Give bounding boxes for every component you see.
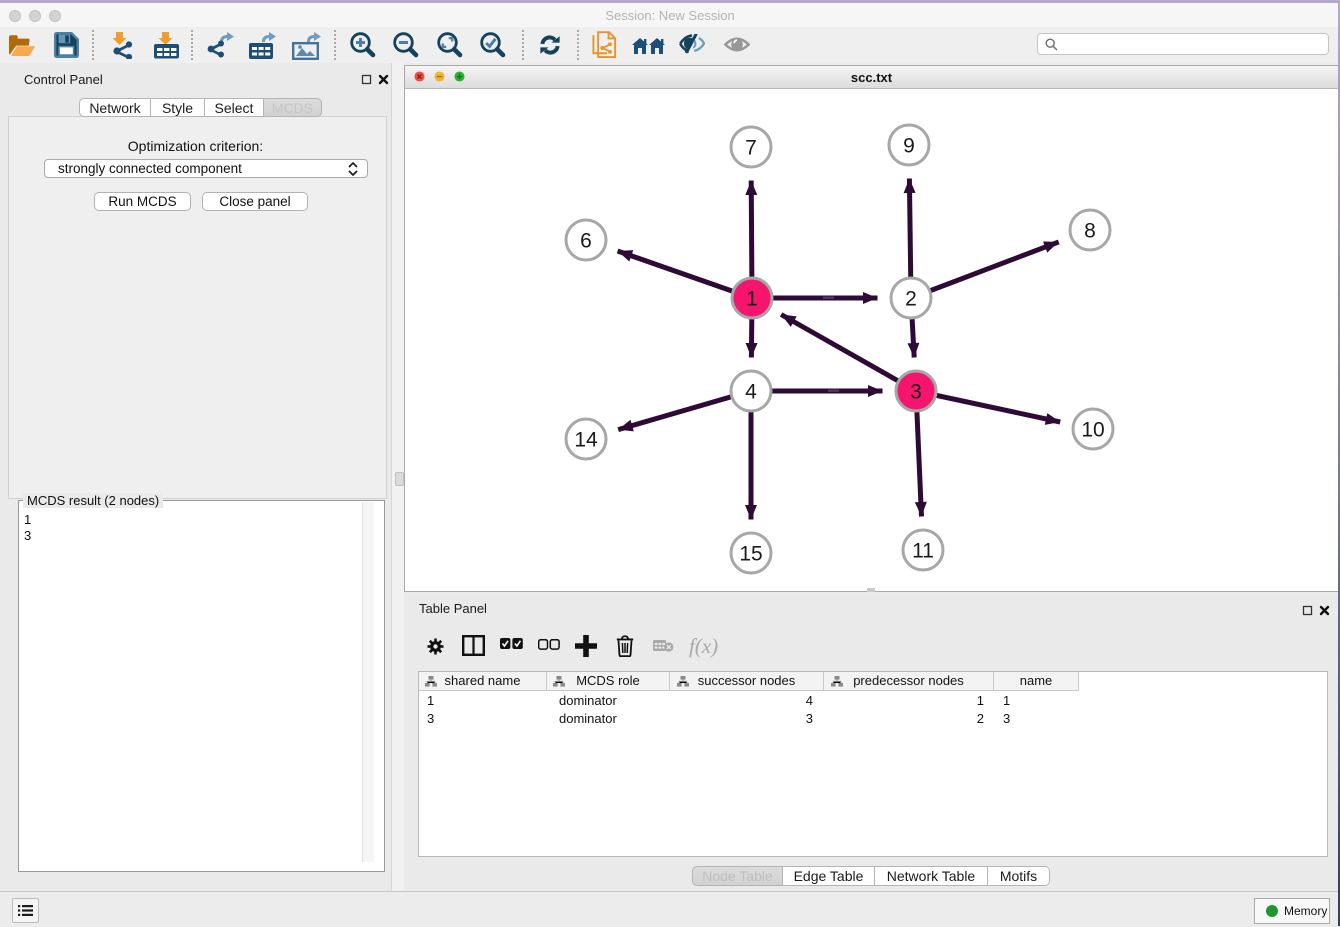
- svg-text:14: 14: [574, 429, 598, 452]
- svg-text:15: 15: [739, 543, 762, 566]
- svg-text:10: 10: [1081, 419, 1104, 442]
- svg-text:9: 9: [903, 135, 915, 158]
- svg-text:8: 8: [1084, 220, 1096, 243]
- svg-text:3: 3: [910, 381, 922, 404]
- svg-text:7: 7: [745, 137, 757, 160]
- svg-text:4: 4: [745, 381, 757, 404]
- svg-text:2: 2: [905, 288, 917, 311]
- svg-text:1: 1: [746, 288, 758, 311]
- svg-text:11: 11: [912, 540, 934, 563]
- svg-text:6: 6: [580, 230, 592, 253]
